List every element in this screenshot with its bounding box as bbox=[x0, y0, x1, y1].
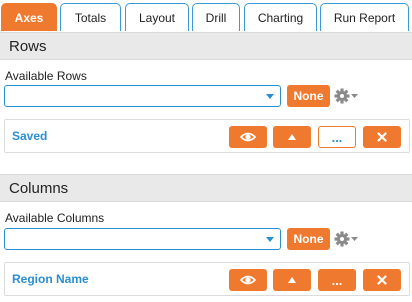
chevron-up-icon bbox=[288, 134, 296, 140]
chevron-down-icon bbox=[266, 237, 274, 242]
columns-section-title: Columns bbox=[9, 179, 69, 197]
columns-axis-item-label[interactable]: Region Name bbox=[12, 272, 89, 286]
columns-axis-item: Region Name ... bbox=[4, 262, 410, 296]
tab-layout[interactable]: Layout bbox=[125, 3, 189, 31]
columns-none-button[interactable]: None bbox=[287, 228, 330, 250]
rows-axis-item: Saved ... bbox=[4, 119, 410, 153]
rows-none-button[interactable]: None bbox=[287, 85, 330, 107]
rows-remove-button[interactable] bbox=[363, 126, 401, 148]
columns-view-button[interactable] bbox=[229, 269, 267, 291]
rows-view-button[interactable] bbox=[229, 126, 267, 148]
eye-icon bbox=[240, 275, 256, 285]
rows-settings-menu[interactable] bbox=[334, 87, 360, 105]
available-columns-label: Available Columns bbox=[5, 211, 105, 225]
columns-settings-menu[interactable] bbox=[334, 230, 360, 248]
rows-section-header: Rows bbox=[0, 32, 412, 60]
available-columns-select[interactable] bbox=[4, 228, 281, 250]
rows-move-up-button[interactable] bbox=[273, 126, 311, 148]
tab-totals[interactable]: Totals bbox=[60, 3, 121, 31]
available-rows-label: Available Rows bbox=[5, 69, 87, 83]
rows-more-button[interactable]: ... bbox=[318, 126, 356, 148]
rows-section-title: Rows bbox=[9, 37, 47, 55]
gear-icon bbox=[334, 231, 358, 247]
tab-axes[interactable]: Axes bbox=[1, 3, 57, 31]
rows-axis-item-label[interactable]: Saved bbox=[12, 129, 47, 143]
gear-icon bbox=[334, 88, 358, 104]
chevron-up-icon bbox=[288, 277, 296, 283]
columns-more-button[interactable]: ... bbox=[318, 269, 356, 291]
available-rows-select[interactable] bbox=[4, 85, 281, 107]
close-icon bbox=[377, 275, 387, 285]
columns-remove-button[interactable] bbox=[363, 269, 401, 291]
tab-charting[interactable]: Charting bbox=[244, 3, 317, 31]
report-tabs: Axes Totals Layout Drill Charting Run Re… bbox=[0, 0, 412, 32]
columns-move-up-button[interactable] bbox=[273, 269, 311, 291]
close-icon bbox=[377, 132, 387, 142]
eye-icon bbox=[240, 132, 256, 142]
tab-run-report[interactable]: Run Report bbox=[320, 3, 409, 31]
chevron-down-icon bbox=[266, 94, 274, 99]
tab-drill[interactable]: Drill bbox=[192, 3, 240, 31]
columns-section-header: Columns bbox=[0, 174, 412, 202]
